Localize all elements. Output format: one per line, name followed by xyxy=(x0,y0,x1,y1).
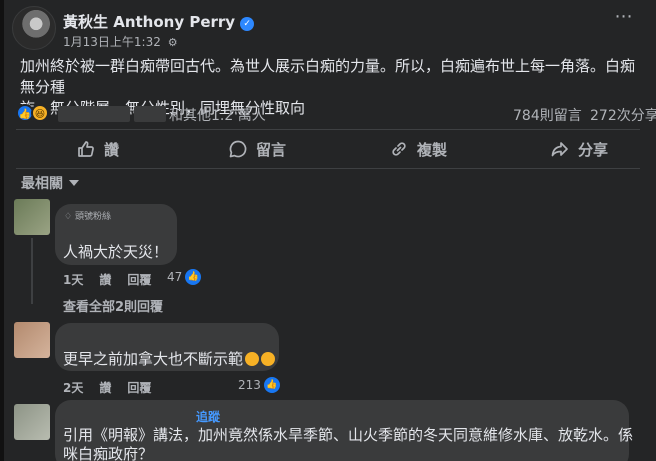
comment-like-count[interactable]: 47 👍 xyxy=(167,269,202,285)
comment-text: 人禍大於天災！ xyxy=(63,243,169,261)
comment-time[interactable]: 1天 xyxy=(63,271,83,288)
comment-text: 更早之前加拿大也不斷示範 xyxy=(63,348,276,369)
top-fan-badge: ♢ 頭號粉絲 xyxy=(64,209,111,222)
share-label: 分享 xyxy=(578,140,609,159)
like-label: 讚 xyxy=(104,140,120,159)
diamond-icon: ♢ xyxy=(64,212,75,222)
redacted-name xyxy=(134,106,166,122)
chevron-down-icon xyxy=(69,180,79,186)
haha-reaction-icon: 😆 xyxy=(31,104,49,122)
follow-link[interactable]: 追蹤 xyxy=(196,408,220,425)
comment-bubble-icon xyxy=(229,140,247,158)
badge-label: 頭號粉絲 xyxy=(74,212,111,222)
comment-label: 留言 xyxy=(256,140,287,159)
comment-reply-link[interactable]: 回覆 xyxy=(127,271,151,288)
redacted-commenter-name xyxy=(64,330,134,342)
comment-meta: 2天 讚 回覆 xyxy=(63,379,151,396)
like-reaction-icon: 👍 xyxy=(263,377,280,393)
share-button[interactable]: 分享 xyxy=(550,135,608,163)
commenter-avatar[interactable] xyxy=(14,322,50,358)
comment-sort-dropdown[interactable]: 最相關 xyxy=(21,173,79,193)
more-options-button[interactable]: ⋯ xyxy=(610,8,638,30)
comment-meta: 1天 讚 回覆 xyxy=(63,271,151,288)
redacted-name xyxy=(58,106,130,122)
commenter-avatar[interactable] xyxy=(14,199,50,235)
copy-label: 複製 xyxy=(417,140,448,159)
commenter-avatar[interactable] xyxy=(14,404,50,440)
share-arrow-icon xyxy=(551,142,568,157)
sort-label: 最相關 xyxy=(21,176,63,192)
copy-button[interactable]: 複製 xyxy=(389,135,447,163)
view-all-replies-link[interactable]: 查看全部2則回覆 xyxy=(63,296,163,315)
comment-button[interactable]: 留言 xyxy=(228,135,286,163)
timestamp-text[interactable]: 1月13日上午1:32 xyxy=(63,35,161,49)
like-count-value: 47 xyxy=(167,270,183,284)
comment-text-content: 更早之前加拿大也不斷示範 xyxy=(63,350,244,368)
comment-like-link[interactable]: 讚 xyxy=(99,379,111,396)
comment-time[interactable]: 2天 xyxy=(63,379,83,396)
reactions-others-text[interactable]: 和其他1.2 萬人 xyxy=(169,105,266,125)
post-timestamp: 1月13日上午1:32 ⚙ xyxy=(63,33,178,50)
like-count-value: 213 xyxy=(238,378,261,392)
comment-count[interactable]: 784則留言 xyxy=(513,105,582,125)
worried-face-icon xyxy=(245,352,260,366)
author-name[interactable]: 黃秋生 Anthony Perry ✓ xyxy=(63,11,255,32)
comment-reply-link[interactable]: 回覆 xyxy=(127,379,151,396)
copy-link-icon xyxy=(392,142,406,156)
like-reaction-icon: 👍 xyxy=(185,269,202,285)
author-avatar[interactable] xyxy=(12,6,56,50)
privacy-gear-icon: ⚙ xyxy=(167,36,178,49)
thread-line xyxy=(31,238,33,304)
worried-face-icon xyxy=(261,352,276,366)
divider xyxy=(16,129,640,130)
verified-badge-icon: ✓ xyxy=(240,17,255,31)
post-text-line-1: 加州終於被一群白痴帶回古代。為世人展示白痴的力量。所以，白痴遍布世上每一角落。白… xyxy=(20,57,636,96)
comment-like-count[interactable]: 213 👍 xyxy=(238,377,280,393)
comment-text-line-2: 咪白痴政府？ xyxy=(63,445,154,461)
divider xyxy=(16,168,640,169)
share-count[interactable]: 272次分享 xyxy=(590,105,656,125)
post-card: 黃秋生 Anthony Perry ✓ 1月13日上午1:32 ⚙ ⋯ 加州終於被… xyxy=(0,0,656,461)
thumbs-up-icon xyxy=(78,141,94,157)
author-name-text[interactable]: 黃秋生 Anthony Perry xyxy=(63,13,235,31)
comment-text-line-1: 引用《明報》講法，加州竟然係水旱季節、山火季節的冬天同意維修水庫、放乾水。係 xyxy=(63,426,634,444)
like-button[interactable]: 讚 xyxy=(76,135,119,163)
window-edge xyxy=(0,0,4,461)
redacted-commenter-name xyxy=(64,222,146,234)
comment-like-link[interactable]: 讚 xyxy=(99,271,111,288)
redacted-commenter-name xyxy=(62,406,190,420)
reactions-summary[interactable]: 👍 😆 和其他1.2 萬人 784則留言 272次分享 xyxy=(16,103,656,125)
